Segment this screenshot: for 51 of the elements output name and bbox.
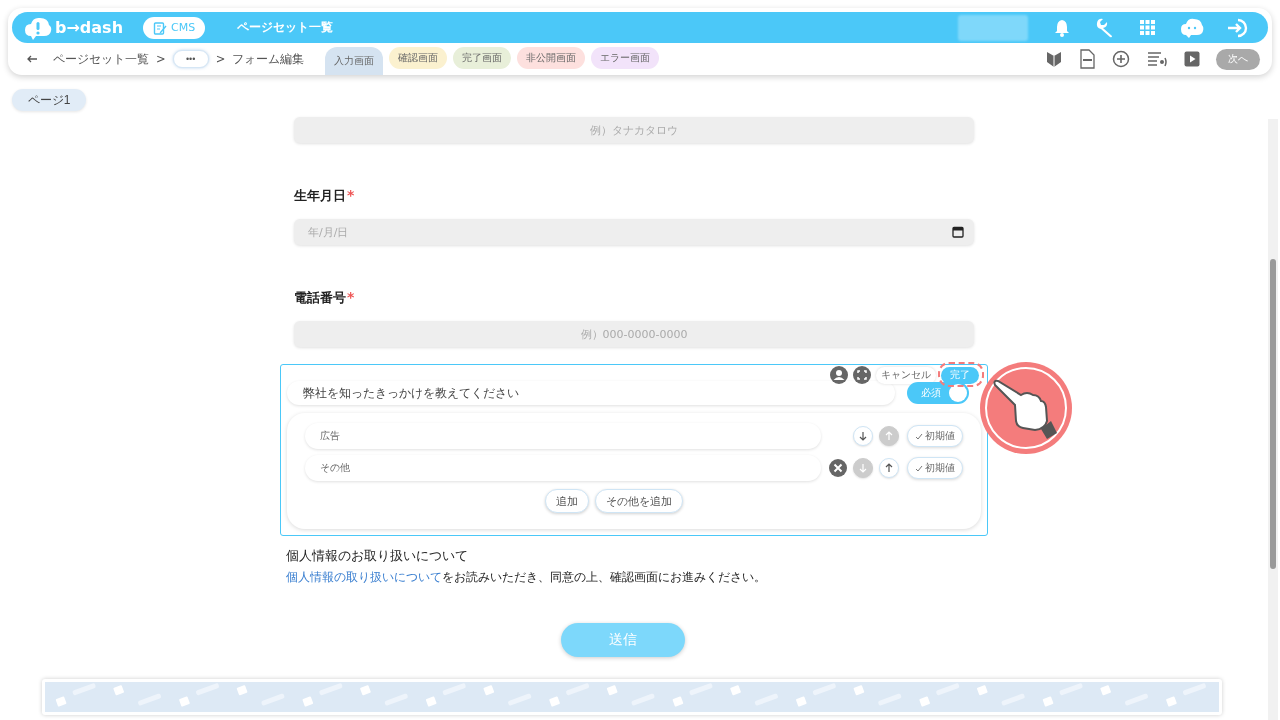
pointing-hand-icon [979, 361, 1073, 455]
apps-grid-icon[interactable] [1138, 17, 1158, 38]
down-arrow-icon [858, 463, 868, 473]
text-field[interactable]: 例）000-0000-0000 [294, 321, 974, 347]
move-down-button[interactable] [853, 426, 873, 446]
option-field[interactable]: その他 [305, 455, 821, 481]
list-broadcast-icon[interactable] [1147, 51, 1167, 67]
default-value-button[interactable]: 初期値 [907, 457, 963, 479]
privacy-link[interactable]: 個人情報の取り扱いについて [286, 570, 442, 584]
highlight-ring [938, 362, 984, 387]
cloud-face-icon[interactable] [1180, 16, 1204, 39]
page-tab[interactable]: ページ1 [12, 89, 86, 111]
text-field[interactable]: 例）タナカタロウ [294, 117, 974, 143]
check-icon [915, 464, 923, 472]
blurred-user-info [958, 14, 1028, 41]
cloud-logo-icon [24, 15, 52, 40]
back-arrow-icon[interactable] [26, 53, 38, 65]
screen-tab[interactable]: 非公開画面 [517, 47, 586, 69]
screen-tab[interactable]: エラー画面 [591, 47, 660, 69]
remove-icon[interactable] [829, 459, 847, 477]
calendar-icon [952, 226, 964, 238]
sign-in-icon[interactable] [1226, 16, 1250, 39]
plus-circle-icon[interactable] [1112, 50, 1130, 68]
screen-tab[interactable]: 確認画面 [389, 47, 448, 69]
play-icon[interactable] [1184, 51, 1200, 67]
question-field[interactable]: 弊社を知ったきっかけを教えてください [287, 381, 895, 405]
edit-note-icon [153, 20, 168, 35]
default-value-button[interactable]: 初期値 [907, 425, 963, 447]
move-up-button[interactable] [879, 458, 899, 478]
breadcrumb-link[interactable]: ページセット一覧 [53, 51, 149, 67]
screen-tab[interactable]: 入力画面 [325, 47, 384, 75]
down-arrow-icon [858, 431, 868, 441]
logo-text: b→dash [55, 18, 124, 37]
html-file-icon[interactable] [1079, 49, 1095, 69]
cancel-button[interactable]: キャンセル [876, 366, 936, 384]
up-arrow-icon [884, 463, 894, 473]
privacy-text: 個人情報の取り扱いについてをお読みいただき、同意の上、確認画面にお進みください。 [286, 569, 767, 586]
add-button[interactable]: 追加 [545, 489, 589, 513]
page-title: ページセット一覧 [237, 19, 334, 36]
field-label: 電話番号* [294, 289, 356, 307]
field-label: 生年月日* [294, 187, 356, 205]
breadcrumb-separator: > [215, 52, 226, 66]
more-button[interactable]: ••• [172, 50, 209, 68]
breadcrumb-separator: > [156, 52, 166, 66]
up-arrow-icon [884, 431, 894, 441]
option-field[interactable]: 広告 [305, 423, 821, 449]
breadcrumb-current: フォーム編集 [232, 51, 305, 67]
privacy-heading: 個人情報のお取り扱いについて [286, 548, 469, 565]
add-other-button[interactable]: その他を追加 [595, 489, 683, 513]
check-icon [915, 432, 923, 440]
screen-tab[interactable]: 完了画面 [453, 47, 512, 69]
